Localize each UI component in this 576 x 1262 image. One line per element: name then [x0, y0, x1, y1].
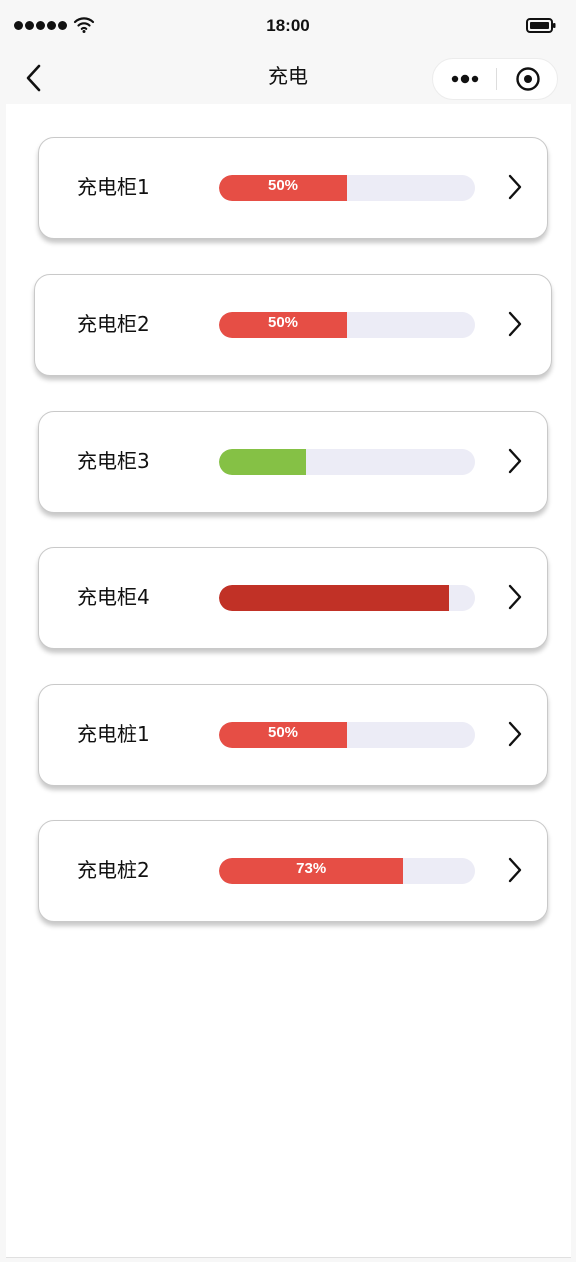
progress-label: 50%: [267, 724, 299, 741]
device-card[interactable]: 充电柜4: [38, 547, 548, 649]
chevron-right-icon: [508, 721, 522, 747]
progress-bar: [219, 449, 475, 475]
device-name: 充电柜1: [77, 175, 150, 199]
app-screen: 18:00 充电 充电柜1 50% 充电柜2 50% 充电柜3 充电柜4 充电桩…: [0, 0, 576, 1262]
device-list: 充电柜1 50% 充电柜2 50% 充电柜3 充电柜4 充电桩1 50% 充电桩…: [0, 0, 576, 1262]
detail-arrow-button[interactable]: [501, 309, 529, 339]
detail-arrow-button[interactable]: [501, 855, 529, 885]
device-card[interactable]: 充电柜2 50%: [34, 274, 552, 376]
progress-label: 73%: [296, 860, 327, 877]
detail-arrow-button[interactable]: [501, 446, 529, 476]
progress-label: 50%: [267, 177, 299, 194]
device-card[interactable]: 充电桩1 50%: [38, 684, 548, 786]
chevron-right-icon: [508, 584, 522, 610]
chevron-right-icon: [508, 857, 522, 883]
detail-arrow-button[interactable]: [501, 172, 529, 202]
device-name: 充电柜2: [77, 312, 150, 336]
device-name: 充电桩2: [77, 858, 150, 882]
detail-arrow-button[interactable]: [501, 582, 529, 612]
device-name: 充电桩1: [77, 722, 150, 746]
device-name: 充电柜4: [77, 585, 150, 609]
progress-label: [219, 585, 449, 611]
device-card[interactable]: 充电桩2 73%: [38, 820, 548, 922]
bottom-edge: [6, 1257, 571, 1258]
chevron-right-icon: [508, 448, 522, 474]
device-name: 充电柜3: [77, 449, 150, 473]
chevron-right-icon: [508, 311, 522, 337]
device-card[interactable]: 充电柜1 50%: [38, 137, 548, 239]
chevron-right-icon: [508, 174, 522, 200]
progress-bar: 50%: [219, 722, 475, 748]
progress-bar: 50%: [219, 312, 475, 338]
progress-bar: [219, 585, 475, 611]
progress-label: 50%: [267, 314, 299, 331]
progress-bar: 50%: [219, 175, 475, 201]
progress-label: [219, 449, 306, 475]
progress-bar: 73%: [219, 858, 475, 884]
detail-arrow-button[interactable]: [501, 719, 529, 749]
device-card[interactable]: 充电柜3: [38, 411, 548, 513]
